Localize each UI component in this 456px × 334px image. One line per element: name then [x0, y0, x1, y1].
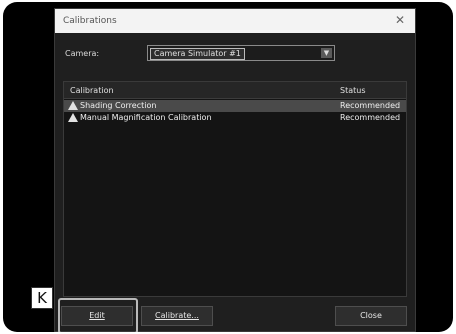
close-button[interactable]: Close [335, 306, 407, 326]
title-bar: Calibrations ✕ [55, 9, 415, 33]
edit-button-highlight [58, 298, 138, 332]
camera-select[interactable]: Camera Simulator #1 ▼ [147, 45, 335, 61]
dialog-title: Calibrations [63, 16, 117, 26]
camera-select-value: Camera Simulator #1 [150, 48, 245, 60]
camera-row: Camera: Camera Simulator #1 ▼ [55, 45, 415, 63]
callout-label: K [31, 287, 53, 309]
column-header-calibration[interactable]: Calibration [70, 86, 114, 95]
calibration-name: Manual Magnification Calibration [80, 113, 212, 122]
list-item[interactable]: Manual Magnification Calibration Recomme… [64, 112, 406, 124]
calibration-name: Shading Correction [80, 101, 157, 110]
calibrate-button[interactable]: Calibrate... [141, 306, 213, 326]
list-header: Calibration Status [64, 82, 406, 99]
list-item[interactable]: Shading Correction Recommended [64, 100, 406, 112]
warning-icon [68, 101, 78, 110]
chevron-down-icon[interactable]: ▼ [321, 48, 332, 58]
calibrations-dialog: Calibrations ✕ Camera: Camera Simulator … [55, 9, 415, 331]
column-header-status[interactable]: Status [340, 86, 366, 95]
calibration-status: Recommended [340, 113, 401, 122]
camera-label: Camera: [65, 49, 100, 58]
screenshot-frame: Calibrations ✕ Camera: Camera Simulator … [3, 2, 453, 332]
close-icon[interactable]: ✕ [395, 13, 405, 27]
warning-icon [68, 113, 78, 122]
calibration-status: Recommended [340, 101, 401, 110]
calibration-list: Calibration Status Shading Correction Re… [63, 81, 407, 297]
